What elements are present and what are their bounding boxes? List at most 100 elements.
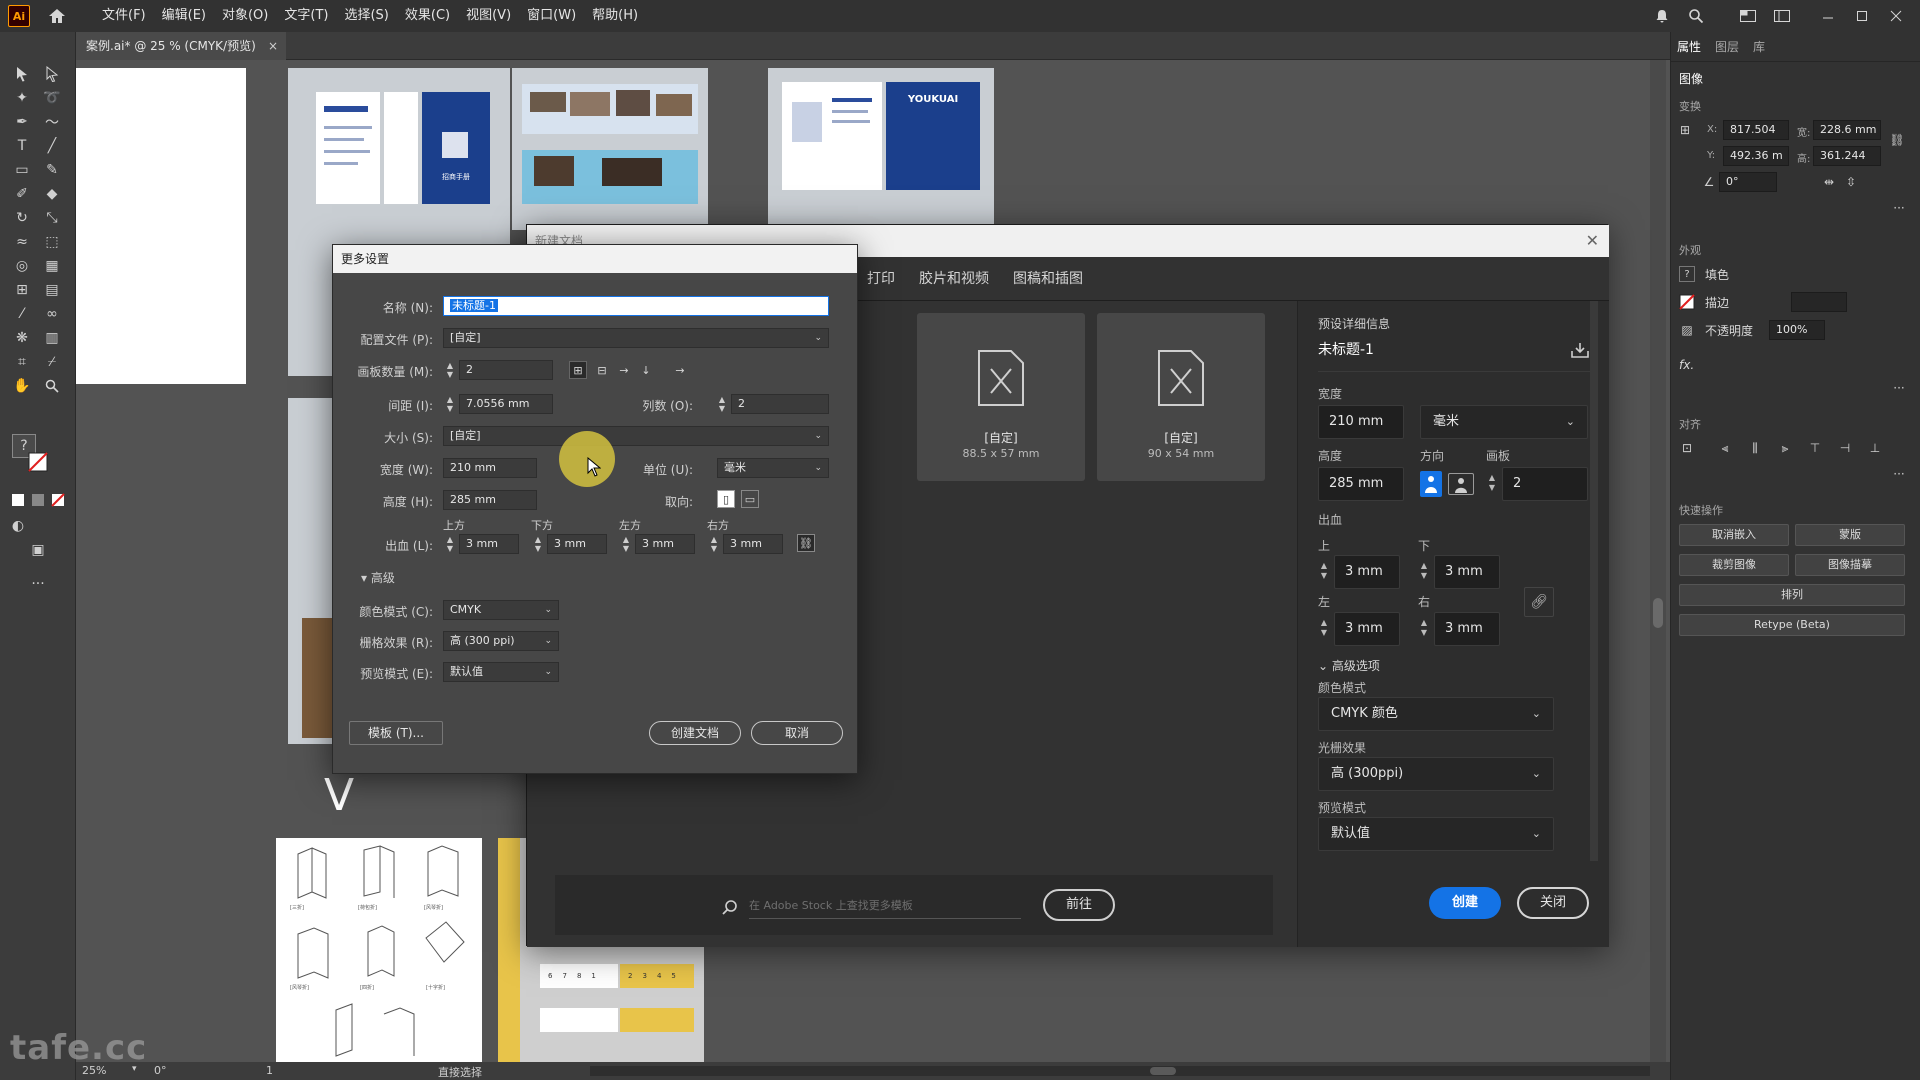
close-button[interactable]: 关闭 [1517, 887, 1589, 919]
width-field[interactable]: 210 mm [443, 458, 537, 478]
tab-print[interactable]: 打印 [867, 257, 895, 301]
align-center-icon[interactable]: ⫼ [1747, 440, 1763, 456]
notification-bell-icon[interactable] [1650, 4, 1674, 28]
color-mode-select[interactable]: CMYK 颜色 ⌄ [1318, 697, 1554, 731]
align-bottom-icon[interactable]: ⊥ [1867, 440, 1883, 456]
document-tab[interactable]: 案例.ai* @ 25 % (CMYK/预览) [76, 32, 286, 60]
align-left-icon[interactable]: ⫷ [1717, 440, 1733, 456]
arrange-by-row-icon[interactable]: → [615, 361, 633, 379]
draw-mode-icon[interactable]: ◐ [6, 514, 30, 538]
menu-select[interactable]: 选择(S) [336, 0, 396, 32]
paintbrush-tool-icon[interactable]: ✎ [40, 158, 64, 182]
crop-image-button[interactable]: 裁剪图像 [1679, 554, 1789, 576]
eraser-tool-icon[interactable]: ◆ [40, 182, 64, 206]
selection-tool-icon[interactable] [10, 62, 34, 86]
bleed-bottom-stepper-icon[interactable]: ▲ ▼ [1418, 561, 1430, 581]
pen-tool-icon[interactable]: ✒ [10, 110, 34, 134]
bleed-bottom-field[interactable]: 3 mm [1434, 555, 1500, 589]
menu-view[interactable]: 视图(V) [458, 0, 519, 32]
zoom-tool-icon[interactable] [40, 374, 64, 398]
create-document-button[interactable]: 创建文档 [649, 721, 741, 745]
portrait-orientation-icon[interactable] [1420, 471, 1442, 497]
bleed-right-field[interactable]: 3 mm [723, 534, 783, 554]
width-field[interactable]: 210 mm [1318, 405, 1404, 439]
arrange-by-column-icon[interactable]: ↓ [637, 361, 655, 379]
menu-edit[interactable]: 编辑(E) [154, 0, 214, 32]
advanced-options-toggle[interactable]: ⌄ 高级选项 [1318, 657, 1380, 674]
spacing-field[interactable]: 7.0556 mm [459, 394, 553, 414]
fold-diagram-artboard[interactable]: [三折] [荷包折] [风琴折] [风琴折] [四折] [十字折] [276, 838, 482, 1062]
menu-file[interactable]: 文件(F) [94, 0, 154, 32]
symbol-sprayer-tool-icon[interactable]: ❋ [10, 326, 34, 350]
direct-selection-tool-icon[interactable] [40, 62, 64, 86]
screen-mode-icon[interactable]: ▣ [26, 538, 50, 562]
blend-tool-icon[interactable]: ∞ [40, 302, 64, 326]
preset-card-2[interactable]: [自定] 90 x 54 mm [1097, 313, 1265, 481]
raster-effects-select[interactable]: 高 (300 ppi) ⌄ [443, 631, 559, 651]
column-graph-tool-icon[interactable]: ▥ [40, 326, 64, 350]
maximize-icon[interactable] [1850, 4, 1874, 28]
bleed-left-field[interactable]: 3 mm [635, 534, 695, 554]
tab-film-video[interactable]: 胶片和视频 [919, 257, 989, 301]
name-field[interactable]: 未标题-1 [443, 296, 829, 316]
lasso-tool-icon[interactable]: ➰ [40, 86, 64, 110]
more-options-icon[interactable]: ··· [1891, 200, 1907, 216]
bleed-right-stepper-icon[interactable]: ▲ ▼ [709, 535, 719, 553]
bleed-right-stepper-icon[interactable]: ▲ ▼ [1418, 618, 1430, 638]
tab-properties[interactable]: 属性 [1677, 38, 1701, 61]
menu-type[interactable]: 文字(T) [276, 0, 336, 32]
shape-builder-tool-icon[interactable]: ◎ [10, 254, 34, 278]
opacity-field[interactable]: 100% [1769, 320, 1825, 340]
bleed-left-field[interactable]: 3 mm [1334, 612, 1400, 646]
link-bleed-icon[interactable]: 🔗︎ [1524, 587, 1554, 617]
constrain-proportions-icon[interactable]: ⛓ [1889, 132, 1905, 148]
artboard-blank[interactable] [76, 68, 246, 384]
bleed-bottom-stepper-icon[interactable]: ▲ ▼ [533, 535, 543, 553]
details-scrollbar[interactable] [1590, 301, 1598, 861]
align-to-icon[interactable]: ⊡ [1679, 440, 1695, 456]
new-document-close-icon[interactable]: ✕ [1586, 225, 1599, 257]
flip-horizontal-icon[interactable]: ⇹ [1821, 174, 1837, 190]
portrait-orientation-icon[interactable]: ▯ [717, 490, 735, 508]
spacing-stepper-icon[interactable]: ▲ ▼ [445, 395, 455, 413]
rotation-field[interactable]: 0° [1719, 172, 1777, 192]
rotate-tool-icon[interactable]: ↻ [10, 206, 34, 230]
align-top-icon[interactable]: ⊤ [1807, 440, 1823, 456]
unit-select[interactable]: 毫米 ⌄ [717, 458, 829, 478]
search-icon[interactable] [1684, 4, 1708, 28]
curvature-tool-icon[interactable]: 〜 [40, 110, 64, 134]
fill-swatch-icon[interactable]: ? [1679, 266, 1695, 282]
mesh-tool-icon[interactable]: ⊞ [10, 278, 34, 302]
shaper-tool-icon[interactable]: ✐ [10, 182, 34, 206]
unembed-button[interactable]: 取消嵌入 [1679, 524, 1789, 546]
preset-card-1[interactable]: [自定] 88.5 x 57 mm [917, 313, 1085, 481]
hand-tool-icon[interactable]: ✋ [10, 374, 34, 398]
document-name-field[interactable]: 未标题-1 [1318, 333, 1518, 367]
bleed-bottom-field[interactable]: 3 mm [547, 534, 607, 554]
stroke-swatch-icon[interactable] [26, 450, 50, 474]
align-more-icon[interactable]: ··· [1891, 466, 1907, 482]
landscape-orientation-icon[interactable] [1448, 473, 1474, 495]
rectangle-tool-icon[interactable]: ▭ [10, 158, 34, 182]
artboards-field[interactable]: 2 [1502, 467, 1588, 501]
artboard-tool-icon[interactable]: ⌗ [10, 350, 34, 374]
rotation-value[interactable]: 0° [154, 1064, 167, 1077]
preview-mode-select[interactable]: 默认值 ⌄ [443, 662, 559, 682]
artboard-count-field[interactable]: 2 [459, 360, 553, 380]
appearance-more-icon[interactable]: ··· [1891, 380, 1907, 396]
free-transform-tool-icon[interactable]: ⬚ [40, 230, 64, 254]
cancel-button[interactable]: 取消 [751, 721, 843, 745]
grid-by-row-icon[interactable]: ⊞ [569, 361, 587, 379]
align-right-icon[interactable]: ⫸ [1777, 440, 1793, 456]
artboards-stepper-icon[interactable]: ▲ ▼ [1486, 473, 1498, 493]
eyedropper-tool-icon[interactable]: ⁄ [10, 302, 34, 326]
bleed-top-stepper-icon[interactable]: ▲ ▼ [445, 535, 455, 553]
bleed-top-field[interactable]: 3 mm [459, 534, 519, 554]
bleed-top-stepper-icon[interactable]: ▲ ▼ [1318, 561, 1330, 581]
artboard-count-stepper-icon[interactable]: ▲ ▼ [445, 361, 455, 379]
type-tool-icon[interactable]: T [10, 134, 34, 158]
fx-icon[interactable]: fx. [1679, 358, 1694, 372]
menu-window[interactable]: 窗口(W) [519, 0, 584, 32]
stroke-swatch-icon[interactable] [1679, 294, 1695, 310]
line-tool-icon[interactable]: ╱ [40, 134, 64, 158]
